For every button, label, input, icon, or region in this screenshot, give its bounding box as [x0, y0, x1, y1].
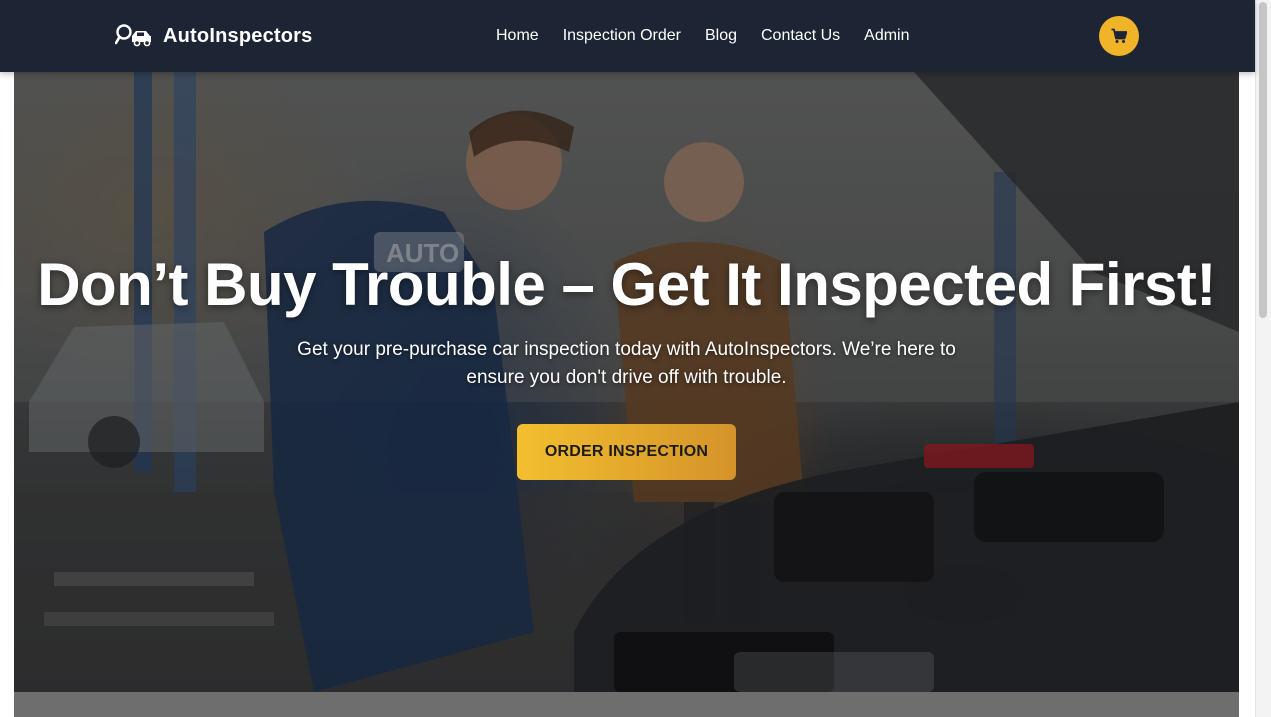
order-inspection-button[interactable]: ORDER INSPECTION: [517, 424, 736, 480]
nav-link-home[interactable]: Home: [484, 27, 551, 44]
hero-section: AUTO Don’t Buy Trouble – Get It Inspecte…: [14, 72, 1239, 692]
brand-home-link[interactable]: AutoInspectors: [115, 22, 312, 50]
page-scrollbar-thumb[interactable]: [1259, 2, 1267, 318]
hero-content: Don’t Buy Trouble – Get It Inspected Fir…: [14, 250, 1239, 480]
nav-links: Home Inspection Order Blog Contact Us Ad…: [484, 25, 922, 47]
cart-button[interactable]: [1099, 16, 1139, 56]
nav-link-blog[interactable]: Blog: [693, 27, 749, 44]
magnifier-car-logo-icon: [115, 24, 151, 47]
top-navbar: AutoInspectors Home Inspection Order Blo…: [0, 0, 1255, 72]
brand-name: AutoInspectors: [163, 24, 313, 47]
nav-link-inspection-order[interactable]: Inspection Order: [551, 27, 693, 44]
nav-link-contact-us[interactable]: Contact Us: [749, 27, 852, 44]
shopping-cart-icon: [1111, 28, 1127, 43]
hero-title: Don’t Buy Trouble – Get It Inspected Fir…: [37, 251, 1216, 318]
hero-subtitle: Get your pre-purchase car inspection tod…: [297, 339, 956, 388]
nav-link-admin[interactable]: Admin: [852, 27, 921, 44]
next-section-edge: [14, 692, 1239, 717]
page: AutoInspectors Home Inspection Order Blo…: [0, 0, 1271, 717]
